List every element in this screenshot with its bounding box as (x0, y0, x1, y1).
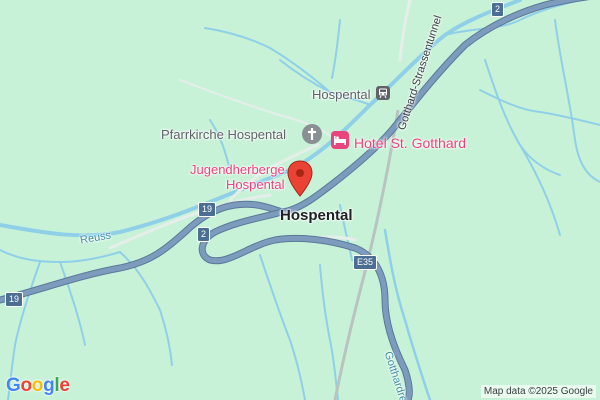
place-label-hostel-line2[interactable]: Hospental (226, 177, 285, 192)
train-station-icon[interactable] (376, 86, 390, 105)
google-logo[interactable]: Google (6, 375, 70, 397)
logo-letter: g (43, 375, 55, 396)
church-icon[interactable] (302, 124, 322, 149)
road-shield-2: 2 (197, 227, 211, 242)
place-label-hospental-station[interactable]: Hospental (312, 87, 371, 102)
logo-letter: G (6, 375, 21, 396)
road-shield-2-top: 2 (491, 2, 505, 17)
hotel-icon[interactable] (331, 131, 349, 154)
logo-letter: o (31, 375, 44, 396)
logo-letter: e (59, 375, 70, 396)
place-label-hostel-line1[interactable]: Jugendherberge (190, 162, 285, 177)
logo-letter: o (20, 375, 32, 396)
road-shield-19: 19 (198, 202, 217, 217)
road-shield-19-left: 19 (5, 292, 24, 307)
map-attribution[interactable]: Map data ©2025 Google (480, 385, 596, 398)
place-label-hotel[interactable]: Hotel St. Gotthard (354, 135, 466, 151)
map-canvas[interactable]: Hospental Pfarrkirche Hospental Hotel St… (0, 0, 600, 400)
place-label-town[interactable]: Hospental (280, 207, 353, 224)
place-label-church[interactable]: Pfarrkirche Hospental (161, 127, 286, 142)
location-pin-icon[interactable] (287, 160, 313, 203)
road-shield-e35: E35 (353, 255, 378, 270)
